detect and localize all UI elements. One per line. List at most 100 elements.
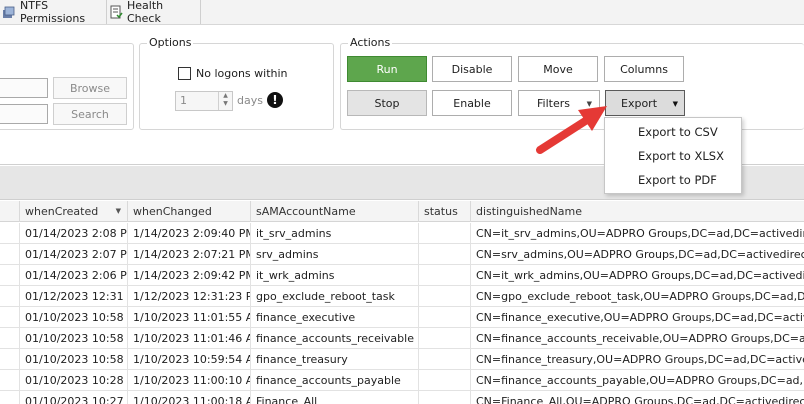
search-query-input[interactable] — [0, 104, 48, 124]
row-indicator — [0, 328, 20, 349]
tab-divider — [106, 0, 107, 24]
cell-samaccountname: finance_treasury — [251, 349, 419, 370]
cell-whenchanged: 1/14/2023 2:09:40 PM — [128, 223, 251, 244]
column-header-whenchanged[interactable]: whenChanged — [128, 201, 251, 222]
cell-samaccountname: srv_admins — [251, 244, 419, 265]
dropdown-arrow-icon: ▼ — [586, 100, 592, 108]
days-label: days — [237, 94, 263, 107]
days-stepper[interactable]: 1 ▲ ▼ — [175, 91, 233, 111]
table-row[interactable]: 01/14/2023 2:06 PM 1/14/2023 2:09:42 PM it… — [0, 265, 804, 286]
cell-samaccountname: gpo_exclude_reboot_task — [251, 286, 419, 307]
no-logons-label: No logons within — [196, 67, 288, 80]
health-check-icon — [109, 5, 123, 19]
cell-status — [419, 307, 471, 328]
columns-button[interactable]: Columns — [604, 56, 684, 82]
cell-distinguishedname: CN=finance_executive,OU=ADPRO Groups,DC=… — [476, 311, 804, 324]
table-row[interactable]: 01/10/2023 10:58 ... 1/10/2023 11:01:46 A… — [0, 328, 804, 349]
cell-status — [419, 349, 471, 370]
cell-whencreated: 01/10/2023 10:28 ... — [20, 370, 128, 391]
cell-whenchanged: 1/14/2023 2:07:21 PM — [128, 244, 251, 265]
cell-samaccountname: finance_executive — [251, 307, 419, 328]
cell-distinguishedname: CN=finance_accounts_receivable,OU=ADPRO … — [476, 332, 804, 345]
stepper-arrows-icon[interactable]: ▲ ▼ — [218, 92, 232, 110]
export-button[interactable]: Export ▼ — [605, 90, 685, 116]
cell-distinguishedname: CN=finance_accounts_payable,OU=ADPRO Gro… — [476, 374, 804, 387]
cell-status — [419, 370, 471, 391]
move-button[interactable]: Move — [518, 56, 598, 82]
cell-samaccountname: it_srv_admins — [251, 223, 419, 244]
sort-desc-icon: ▼ — [115, 207, 121, 215]
cell-status — [419, 328, 471, 349]
cell-status — [419, 265, 471, 286]
results-grid: whenCreated ▼ whenChanged sAMAccountName… — [0, 201, 804, 404]
no-logons-checkbox[interactable] — [178, 67, 191, 80]
cell-whencreated: 01/10/2023 10:58 ... — [20, 349, 128, 370]
row-indicator — [0, 307, 20, 328]
filters-label: Filters — [537, 96, 570, 110]
cell-whencreated: 01/14/2023 2:07 PM — [20, 244, 128, 265]
actions-group-title: Actions — [348, 36, 393, 49]
cell-distinguishedname: CN=finance_treasury,OU=ADPRO Groups,DC=a… — [476, 353, 804, 366]
table-row[interactable]: 01/10/2023 10:27 ... 1/10/2023 11:00:18 A… — [0, 391, 804, 404]
warning-icon: ! — [267, 92, 283, 108]
cell-whenchanged: 1/10/2023 11:01:46 AM — [128, 328, 251, 349]
cell-samaccountname: it_wrk_admins — [251, 265, 419, 286]
cell-samaccountname: finance_accounts_payable — [251, 370, 419, 391]
tab-ntfs-permissions[interactable]: NTFS Permissions — [0, 0, 108, 25]
cell-samaccountname: finance_accounts_receivable — [251, 328, 419, 349]
filters-button[interactable]: Filters ▼ — [518, 90, 600, 116]
table-row[interactable]: 01/10/2023 10:28 ... 1/10/2023 11:00:10 A… — [0, 370, 804, 391]
table-row[interactable]: 01/10/2023 10:58 ... 1/10/2023 10:59:54 A… — [0, 349, 804, 370]
enable-button[interactable]: Enable — [432, 90, 512, 116]
cell-whencreated: 01/10/2023 10:27 ... — [20, 391, 128, 404]
tab-label: Health Check — [127, 0, 164, 25]
cell-whencreated: 01/10/2023 10:58 ... — [20, 307, 128, 328]
base-path-input[interactable] — [0, 78, 48, 98]
search-group: Browse Search — [0, 43, 134, 130]
browse-button[interactable]: Browse — [53, 77, 127, 99]
tab-label: NTFS Permissions — [20, 0, 86, 25]
row-indicator — [0, 370, 20, 391]
cell-distinguishedname: CN=gpo_exclude_reboot_task,OU=ADPRO Grou… — [476, 290, 804, 303]
tab-divider — [200, 0, 201, 24]
cell-distinguishedname: CN=Finance_All,OU=ADPRO Groups,DC=ad,DC=… — [476, 395, 804, 404]
cell-status — [419, 286, 471, 307]
cell-whenchanged: 1/10/2023 10:59:54 AM — [128, 349, 251, 370]
menu-item-export-csv[interactable]: Export to CSV — [605, 120, 741, 144]
column-header-distinguishedname[interactable]: distinguishedName — [471, 201, 804, 222]
column-header-samaccountname[interactable]: sAMAccountName — [251, 201, 419, 222]
search-button[interactable]: Search — [53, 103, 127, 125]
stop-button[interactable]: Stop — [347, 90, 427, 116]
run-button[interactable]: Run — [347, 56, 427, 82]
days-value: 1 — [180, 94, 187, 107]
column-header-whencreated[interactable]: whenCreated ▼ — [20, 201, 128, 222]
export-dropdown-menu: Export to CSV Export to XLSX Export to P… — [604, 117, 742, 194]
row-indicator — [0, 349, 20, 370]
row-indicator-header — [0, 201, 20, 222]
cell-whenchanged: 1/10/2023 11:01:55 AM — [128, 307, 251, 328]
cell-whenchanged: 1/10/2023 11:00:18 AM — [128, 391, 251, 404]
ribbon-tab-bar: NTFS Permissions Health Check — [0, 0, 804, 25]
tab-health-check[interactable]: Health Check — [109, 0, 199, 25]
row-indicator — [0, 391, 20, 404]
table-row[interactable]: 01/10/2023 10:58 ... 1/10/2023 11:01:55 A… — [0, 307, 804, 328]
row-indicator — [0, 265, 20, 286]
table-row[interactable]: 01/12/2023 12:31 ... 1/12/2023 12:31:23 P… — [0, 286, 804, 307]
cell-whencreated: 01/10/2023 10:58 ... — [20, 328, 128, 349]
table-row[interactable]: 01/14/2023 2:07 PM 1/14/2023 2:07:21 PM sr… — [0, 244, 804, 265]
disable-button[interactable]: Disable — [432, 56, 512, 82]
column-header-status[interactable]: status — [419, 201, 471, 222]
cell-whencreated: 01/14/2023 2:08 PM — [20, 223, 128, 244]
cell-whenchanged: 1/14/2023 2:09:42 PM — [128, 265, 251, 286]
cell-distinguishedname: CN=it_srv_admins,OU=ADPRO Groups,DC=ad,D… — [476, 227, 804, 240]
cell-whenchanged: 1/12/2023 12:31:23 PM — [128, 286, 251, 307]
options-group-title: Options — [147, 36, 194, 49]
dropdown-arrow-icon: ▼ — [672, 100, 678, 108]
table-row[interactable]: 01/14/2023 2:08 PM 1/14/2023 2:09:40 PM it… — [0, 223, 804, 244]
menu-item-export-xlsx[interactable]: Export to XLSX — [605, 144, 741, 168]
export-label: Export — [621, 96, 658, 110]
cell-status — [419, 391, 471, 404]
menu-item-export-pdf[interactable]: Export to PDF — [605, 168, 741, 192]
cell-whencreated: 01/14/2023 2:06 PM — [20, 265, 128, 286]
cell-samaccountname: Finance_All — [251, 391, 419, 404]
